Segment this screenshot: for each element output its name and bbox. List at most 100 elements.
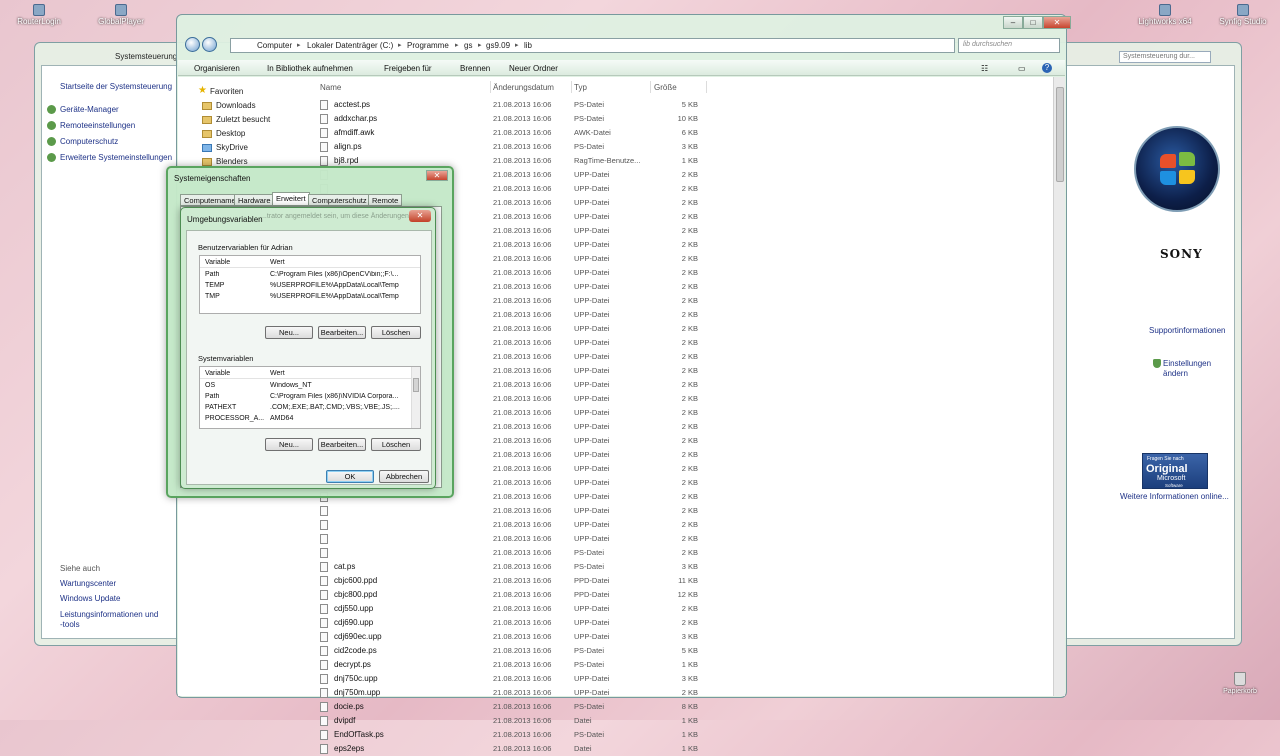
link-action-center[interactable]: Wartungscenter <box>60 579 116 588</box>
close-button[interactable]: ✕ <box>1043 16 1071 29</box>
chevron-right-icon[interactable]: ▸ <box>398 41 402 49</box>
column-header-value[interactable]: Wert <box>270 370 285 377</box>
system-new-button[interactable]: Neu... <box>265 438 313 451</box>
user-new-button[interactable]: Neu... <box>265 326 313 339</box>
file-row[interactable]: cbjc800.ppd 21.08.2013 16:06 PPD-Datei 12 K… <box>314 588 1053 602</box>
file-row[interactable]: addxchar.ps 21.08.2013 16:06 PS-Datei 10 KB <box>314 112 1053 126</box>
link-performance-tools[interactable]: -tools <box>60 620 80 629</box>
table-row[interactable]: PATHEXT .COM;.EXE;.BAT;.CMD;.VBS;.VBE;.J… <box>200 403 420 414</box>
user-variables-table[interactable]: Variable Wert Path C:\Program Files (x86… <box>199 255 421 314</box>
back-button[interactable] <box>185 37 200 52</box>
file-row[interactable]: docie.ps 21.08.2013 16:06 PS-Datei 8 KB <box>314 700 1053 714</box>
search-input[interactable]: lib durchsuchen <box>958 38 1060 53</box>
tree-item-desktop[interactable]: Desktop <box>216 129 245 138</box>
chevron-right-icon[interactable]: ▸ <box>297 41 301 49</box>
burn-button[interactable]: Brennen <box>460 64 490 73</box>
preview-pane-icon[interactable]: ▭ <box>1018 64 1026 73</box>
link-more-info-online[interactable]: Weitere Informationen online... <box>1120 492 1229 501</box>
view-options-icon[interactable]: ☷ <box>981 64 988 73</box>
file-row[interactable]: cdj690ec.upp 21.08.2013 16:06 UPP-Datei 3 K… <box>314 630 1053 644</box>
chevron-right-icon[interactable]: ▸ <box>515 41 519 49</box>
link-advanced-system-settings[interactable]: Erweiterte Systemeinstellungen <box>60 153 172 162</box>
tab-hardware[interactable]: Hardware <box>234 194 275 206</box>
forward-button[interactable] <box>202 37 217 52</box>
column-separator[interactable] <box>571 81 572 93</box>
column-header-type[interactable]: Typ <box>574 83 587 92</box>
column-separator[interactable] <box>490 81 491 93</box>
link-support-info[interactable]: Supportinformationen <box>1149 326 1226 335</box>
file-row[interactable]: EndOfTask.ps 21.08.2013 16:06 PS-Datei 1 KB <box>314 728 1053 742</box>
breadcrumb-computer[interactable]: Computer <box>257 41 292 50</box>
table-row[interactable]: PROCESSOR_A... AMD64 <box>200 414 420 425</box>
link-control-panel-home[interactable]: Startseite der Systemsteuerung <box>60 82 172 91</box>
desktop-icon-synfig[interactable]: Synfig Studio <box>1208 0 1278 30</box>
desktop-icon-routerlogin[interactable]: RouterLogin <box>4 0 74 30</box>
share-with-button[interactable]: Freigeben für <box>384 64 432 73</box>
chevron-right-icon[interactable]: ▸ <box>455 41 459 49</box>
link-performance-info[interactable]: Leistungsinformationen und <box>60 610 158 619</box>
column-separator[interactable] <box>650 81 651 93</box>
table-scrollbar[interactable] <box>411 367 420 428</box>
address-bar[interactable]: Computer ▸ Lokaler Datenträger (C:) ▸ Pr… <box>230 38 955 53</box>
scrollbar-thumb[interactable] <box>413 378 419 392</box>
column-header-date[interactable]: Änderungsdatum <box>493 83 554 92</box>
column-header-size[interactable]: Größe <box>654 83 677 92</box>
scrollbar-thumb[interactable] <box>1056 87 1064 182</box>
file-row[interactable]: dnj750c.upp 21.08.2013 16:06 UPP-Datei 3 KB <box>314 672 1053 686</box>
system-variables-table[interactable]: Variable Wert OS Windows_NT Path C:\Prog… <box>199 366 421 429</box>
link-windows-update[interactable]: Windows Update <box>60 594 120 603</box>
maximize-button[interactable]: □ <box>1023 16 1043 29</box>
file-row[interactable]: align.ps 21.08.2013 16:06 PS-Datei 3 KB <box>314 140 1053 154</box>
file-row[interactable]: afmdiff.awk 21.08.2013 16:06 AWK-Datei 6 KB <box>314 126 1053 140</box>
file-row[interactable]: acctest.ps 21.08.2013 16:06 PS-Datei 5 KB <box>314 98 1053 112</box>
new-folder-button[interactable]: Neuer Ordner <box>509 64 558 73</box>
table-row[interactable]: TEMP %USERPROFILE%\AppData\Local\Temp <box>200 281 420 292</box>
file-row[interactable]: cbjc600.ppd 21.08.2013 16:06 PPD-Datei 11 K… <box>314 574 1053 588</box>
file-row[interactable]: dvipdf 21.08.2013 16:06 Datei 1 KB <box>314 714 1053 728</box>
tree-item-skydrive[interactable]: SkyDrive <box>216 143 248 152</box>
table-row[interactable]: Path C:\Program Files (x86)\NVIDIA Corpo… <box>200 392 420 403</box>
genuine-microsoft-badge[interactable]: Fragen Sie nach Original Microsoft Softw… <box>1142 453 1208 489</box>
tree-item-downloads[interactable]: Downloads <box>216 101 256 110</box>
breadcrumb-drive[interactable]: Lokaler Datenträger (C:) <box>307 41 393 50</box>
file-row[interactable]: cid2code.ps 21.08.2013 16:06 PS-Datei 5 KB <box>314 644 1053 658</box>
close-button[interactable]: ✕ <box>409 210 431 222</box>
tab-advanced[interactable]: Erweitert <box>272 192 310 206</box>
table-row[interactable]: TMP %USERPROFILE%\AppData\Local\Temp <box>200 292 420 303</box>
close-button[interactable]: ✕ <box>426 170 448 181</box>
file-row[interactable]: decrypt.ps 21.08.2013 16:06 PS-Datei 1 KB <box>314 658 1053 672</box>
file-row[interactable]: 21.08.2013 16:06 UPP-Datei 2 KB <box>314 504 1053 518</box>
breadcrumb-lib[interactable]: lib <box>524 41 532 50</box>
tab-remote[interactable]: Remote <box>368 194 403 206</box>
tab-system-protection[interactable]: Computerschutz <box>308 194 371 206</box>
file-row[interactable]: 21.08.2013 16:06 PS-Datei 2 KB <box>314 546 1053 560</box>
user-edit-button[interactable]: Bearbeiten... <box>318 326 366 339</box>
vertical-scrollbar[interactable] <box>1053 77 1065 696</box>
tree-item-recent[interactable]: Zuletzt besucht <box>216 115 270 124</box>
file-row[interactable]: cat.ps 21.08.2013 16:06 PS-Datei 3 KB <box>314 560 1053 574</box>
column-header-variable[interactable]: Variable <box>205 370 230 377</box>
column-header-name[interactable]: Name <box>320 83 341 92</box>
tree-item-blenders[interactable]: Blenders <box>216 157 248 166</box>
breadcrumb-programme[interactable]: Programme <box>407 41 449 50</box>
file-row[interactable]: cdj550.upp 21.08.2013 16:06 UPP-Datei 2 KB <box>314 602 1053 616</box>
file-row[interactable]: eps2eps 21.08.2013 16:06 Datei 1 KB <box>314 742 1053 756</box>
minimize-button[interactable]: – <box>1003 16 1023 29</box>
link-device-manager[interactable]: Geräte-Manager <box>60 105 119 114</box>
organize-button[interactable]: Organisieren <box>194 64 240 73</box>
include-in-library-button[interactable]: In Bibliothek aufnehmen <box>267 64 353 73</box>
link-system-protection[interactable]: Computerschutz <box>60 137 118 146</box>
desktop-icon-recycle-bin[interactable]: Papierkorb <box>1218 672 1262 695</box>
environment-variables-dialog[interactable]: Umgebungsvariablen ...trator angemeldet … <box>180 207 436 489</box>
table-row[interactable]: Path C:\Program Files (x86)\OpenCV\bin;;… <box>200 270 420 281</box>
file-row[interactable]: cdj690.upp 21.08.2013 16:06 UPP-Datei 2 KB <box>314 616 1053 630</box>
system-delete-button[interactable]: Löschen <box>371 438 421 451</box>
link-change-settings-line2[interactable]: ändern <box>1163 369 1188 378</box>
cancel-button[interactable]: Abbrechen <box>379 470 429 483</box>
breadcrumb-gs909[interactable]: gs9.09 <box>486 41 510 50</box>
tab-computer-name[interactable]: Computername <box>180 194 240 206</box>
column-header-value[interactable]: Wert <box>270 259 285 266</box>
file-row[interactable]: dnj750m.upp 21.08.2013 16:06 UPP-Datei 2 KB <box>314 686 1053 700</box>
control-panel-search-input[interactable]: Systemsteuerung dur... <box>1119 51 1211 63</box>
system-edit-button[interactable]: Bearbeiten... <box>318 438 366 451</box>
